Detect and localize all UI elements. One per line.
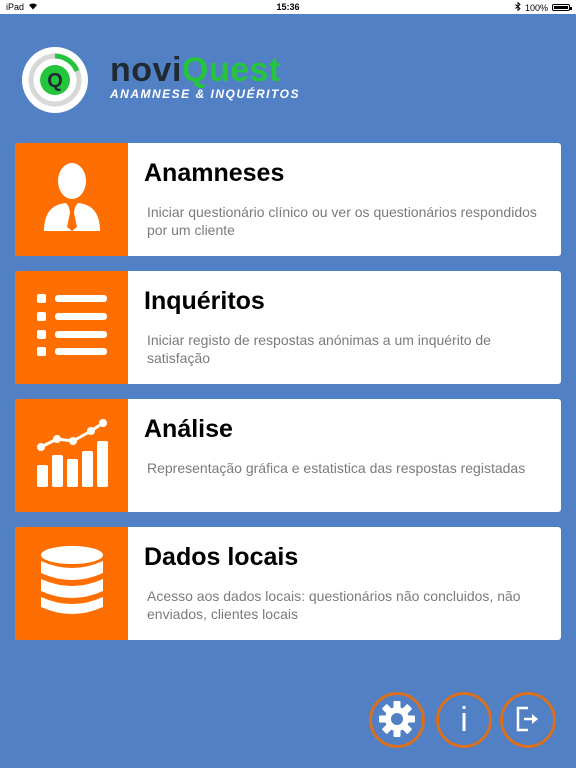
info-icon: i bbox=[460, 701, 468, 739]
card-description: Acesso aos dados locais: questionários n… bbox=[147, 588, 521, 622]
list-icon bbox=[35, 292, 109, 363]
card-icon-area bbox=[15, 527, 128, 640]
battery-percent: 100% bbox=[524, 2, 548, 13]
menu-card-dados-locais[interactable]: Dados locais Acesso aos dados locais: qu… bbox=[15, 527, 561, 640]
card-title: Dados locais bbox=[144, 543, 299, 571]
card-description: Representação gráfica e estatistica das … bbox=[147, 460, 526, 476]
card-icon-area bbox=[15, 143, 128, 256]
chart-icon bbox=[35, 417, 109, 494]
logout-button[interactable] bbox=[500, 692, 556, 748]
status-bar: iPad 15:36 100% bbox=[0, 0, 576, 14]
card-icon-area bbox=[15, 271, 128, 384]
logo-letter: Q bbox=[47, 70, 63, 92]
bluetooth-icon bbox=[515, 1, 521, 13]
database-icon bbox=[39, 545, 105, 622]
menu-card-anamneses[interactable]: Anamneses Iniciar questionário clínico o… bbox=[15, 143, 561, 256]
info-button[interactable]: i bbox=[436, 692, 492, 748]
brand-name: noviQuest bbox=[110, 53, 281, 87]
status-time: 15:36 bbox=[276, 2, 300, 12]
brand-header: Q noviQuest Anamnese & Inquéritos bbox=[22, 47, 382, 117]
brand-name-quest: Quest bbox=[181, 51, 281, 89]
main-menu: Anamneses Iniciar questionário clínico o… bbox=[15, 143, 561, 655]
gear-icon bbox=[377, 699, 417, 742]
logout-icon bbox=[514, 705, 542, 736]
person-icon bbox=[40, 161, 104, 238]
card-title: Inquéritos bbox=[144, 287, 265, 315]
settings-button[interactable] bbox=[369, 692, 425, 748]
brand-subtitle: Anamnese & Inquéritos bbox=[110, 87, 300, 101]
battery-icon bbox=[552, 4, 572, 11]
card-icon-area bbox=[15, 399, 128, 512]
card-description: Iniciar registo de respostas anónimas a … bbox=[147, 332, 491, 366]
brand-name-novi: novi bbox=[110, 51, 182, 89]
menu-card-inqueritos[interactable]: Inquéritos Iniciar registo de respostas … bbox=[15, 271, 561, 384]
status-right: 100% bbox=[515, 1, 572, 13]
menu-card-analise[interactable]: Análise Representação gráfica e estatist… bbox=[15, 399, 561, 512]
card-title: Anamneses bbox=[144, 159, 285, 187]
card-title: Análise bbox=[144, 415, 233, 443]
card-description: Iniciar questionário clínico ou ver os q… bbox=[147, 204, 537, 238]
app-logo: Q bbox=[22, 47, 88, 113]
action-buttons: i bbox=[369, 692, 564, 752]
